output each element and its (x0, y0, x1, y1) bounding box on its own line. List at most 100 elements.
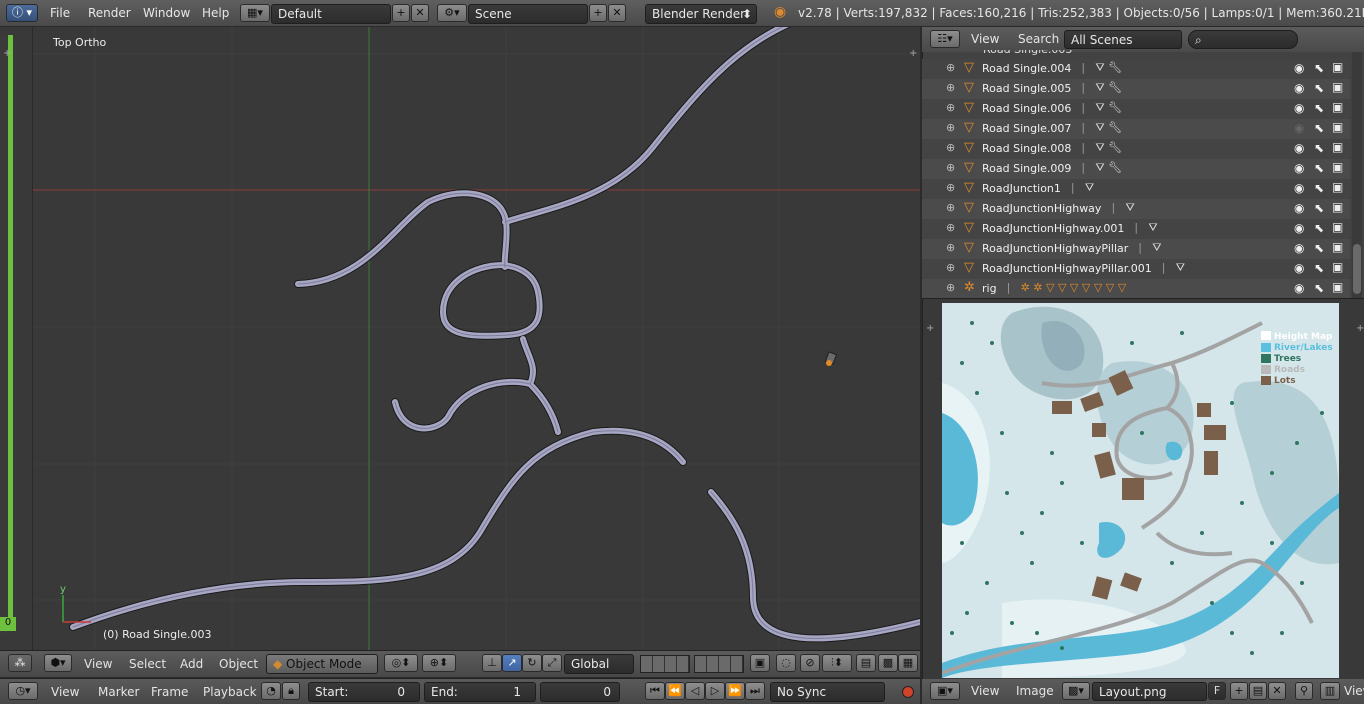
mesh-data-icon[interactable]: ⛛ (1148, 221, 1157, 235)
translate-manipulator-icon[interactable]: ↗ (502, 654, 522, 672)
expand-icon[interactable]: ⊕ (946, 161, 955, 174)
scene-icon[interactable]: ⚙▾ (437, 4, 467, 22)
jump-start-icon[interactable]: ⏮ (645, 682, 665, 700)
visibility-eye-icon[interactable]: ◉ (1294, 181, 1304, 195)
renderability-camera-icon[interactable]: ▣ (1332, 120, 1343, 134)
pivot-point-icon[interactable]: ⊕⬍ (422, 654, 456, 672)
vp-menu-view[interactable]: View (84, 657, 112, 671)
editor-type-timeline-icon[interactable]: ⁂ (8, 654, 32, 672)
mesh-data-icon[interactable]: ⛛ (1085, 181, 1094, 195)
selectability-cursor-icon[interactable]: ⬉ (1314, 61, 1324, 75)
remove-layout-icon[interactable]: ✕ (411, 4, 429, 22)
renderability-camera-icon[interactable]: ▣ (1332, 240, 1343, 254)
play-reverse-icon[interactable]: ◁ (685, 682, 705, 700)
outliner-scrollbar[interactable] (1352, 52, 1362, 298)
snap-element-icon[interactable]: ⫶⬍ (822, 654, 852, 672)
renderability-camera-icon[interactable]: ▣ (1332, 280, 1343, 294)
renderability-camera-icon[interactable]: ▣ (1332, 260, 1343, 274)
tl-menu-marker[interactable]: Marker (98, 685, 139, 699)
display-mode-dropdown[interactable]: All Scenes (1064, 30, 1182, 49)
vp-menu-object[interactable]: Object (219, 657, 258, 671)
timeline-editor-type-icon[interactable]: ◷▾ (8, 682, 38, 700)
selectability-cursor-icon[interactable]: ⬉ (1314, 161, 1324, 175)
screen-layout-field[interactable]: Default (271, 4, 391, 24)
tl-menu-view[interactable]: View (51, 685, 79, 699)
layers-grid-a[interactable] (640, 655, 690, 673)
img-menu-view[interactable]: View (971, 684, 999, 698)
jump-keyframe-forward-icon[interactable]: ⏩ (725, 682, 745, 700)
mesh-data-modifier-icon[interactable]: ⛛ 🔧︎ (1095, 81, 1122, 95)
visibility-eye-icon[interactable]: ◉ (1294, 161, 1304, 175)
outliner-row[interactable]: ⊕ ▽ Road Single.004 | ⛛ 🔧︎ ◉ ⬉ ▣ (922, 59, 1350, 79)
expand-icon[interactable]: ⊕ (946, 181, 955, 194)
visibility-eye-icon[interactable]: ◉ (1294, 141, 1304, 155)
expand-icon[interactable]: ⊕ (946, 221, 955, 234)
renderability-camera-icon[interactable]: ▣ (1332, 140, 1343, 154)
expand-icon[interactable]: ⊕ (946, 121, 955, 134)
renderability-camera-icon[interactable]: ▣ (1332, 80, 1343, 94)
jump-keyframe-back-icon[interactable]: ⏪ (665, 682, 685, 700)
unlink-image-icon[interactable]: ✕ (1268, 682, 1286, 700)
layers-grid-b[interactable] (694, 655, 744, 673)
tl-menu-frame[interactable]: Frame (151, 685, 188, 699)
selectability-cursor-icon[interactable]: ⬉ (1314, 181, 1324, 195)
lock-range-icon[interactable]: 🔒︎ (282, 682, 300, 700)
visibility-eye-icon[interactable]: ◉ (1294, 61, 1304, 75)
outliner-row[interactable]: ⊕ ▽ Road Single.009 | ⛛ 🔧︎ ◉ ⬉ ▣ (922, 159, 1350, 179)
visibility-eye-icon[interactable]: ◉ (1294, 261, 1304, 275)
current-frame-field[interactable]: 0 (540, 682, 620, 702)
viewport-canvas[interactable] (33, 27, 920, 650)
expand-icon[interactable]: ⊕ (946, 81, 955, 94)
outliner-row[interactable]: ⊕ ▽ Road Single.008 | ⛛ 🔧︎ ◉ ⬉ ▣ (922, 139, 1350, 159)
outliner-item-name[interactable]: Road Single.009 (982, 162, 1071, 175)
editor-type-3dview-icon[interactable]: ⬢▾ (44, 654, 72, 672)
img-menu-image[interactable]: Image (1016, 684, 1054, 698)
scene-field[interactable]: Scene (468, 4, 588, 24)
renderability-camera-icon[interactable]: ▣ (1332, 180, 1343, 194)
renderability-camera-icon[interactable]: ▣ (1332, 160, 1343, 174)
end-frame-field[interactable]: End: 1 (424, 682, 536, 702)
image-editor-type-icon[interactable]: ▣▾ (930, 682, 960, 700)
image-editor[interactable]: + + Height Map River/Lakes Trees Roads L… (922, 298, 1364, 680)
mesh-data-modifier-icon[interactable]: ⛛ 🔧︎ (1095, 101, 1122, 115)
mesh-data-icon[interactable]: ⛛ (1152, 241, 1161, 255)
expand-icon[interactable]: ⊕ (946, 281, 955, 294)
transform-orientation-dropdown[interactable]: Global (564, 654, 634, 674)
menu-help[interactable]: Help (202, 6, 229, 20)
manipulator-toggle-icon[interactable]: ⊥ (482, 654, 502, 672)
vp-menu-select[interactable]: Select (129, 657, 166, 671)
properties-plus-icon[interactable]: + (909, 48, 917, 59)
outliner-item-name[interactable]: Road Single.008 (982, 142, 1071, 155)
selectability-cursor-icon[interactable]: ⬉ (1314, 101, 1324, 115)
selectability-cursor-icon[interactable]: ⬉ (1314, 221, 1324, 235)
outliner-row[interactable]: ⊕ ▽ Road Single.006 | ⛛ 🔧︎ ◉ ⬉ ▣ (922, 99, 1350, 119)
lamp-object[interactable] (824, 351, 838, 366)
outliner-item-name[interactable]: RoadJunctionHighway.001 (982, 222, 1124, 235)
pin-image-icon[interactable]: ⚲ (1295, 682, 1313, 700)
3d-viewport[interactable]: Top Ortho y (0) Road Single.003 (33, 27, 920, 650)
outliner-row[interactable]: ⊕ ▽ RoadJunctionHighway.001 | ⛛ ◉ ⬉ ▣ (922, 219, 1350, 239)
renderability-camera-icon[interactable]: ▣ (1332, 200, 1343, 214)
open-image-icon[interactable]: ▤ (1249, 682, 1267, 700)
screen-layout-icon[interactable]: ▦▾ (240, 4, 270, 22)
visibility-eye-icon[interactable]: ◉ (1294, 221, 1304, 235)
outliner-scroll-thumb[interactable] (1353, 244, 1361, 294)
img-toolshelf-plus-icon[interactable]: + (926, 323, 934, 334)
image-browse-icon[interactable]: ▩▾ (1062, 682, 1090, 700)
renderability-camera-icon[interactable]: ▣ (1332, 60, 1343, 74)
outliner-item-name[interactable]: Road Single.007 (982, 122, 1071, 135)
fake-user-button[interactable]: F (1208, 682, 1226, 700)
remove-scene-icon[interactable]: ✕ (608, 4, 626, 22)
new-image-icon[interactable]: + (1230, 682, 1248, 700)
info-editor-type-button[interactable]: ⓘ ▾ (6, 4, 38, 22)
selectability-cursor-icon[interactable]: ⬉ (1314, 141, 1324, 155)
snap-toggle-icon[interactable]: ⊘ (800, 654, 820, 672)
render-engine-dropdown[interactable]: Blender Render ⬍ (645, 4, 757, 24)
record-icon[interactable] (902, 686, 914, 698)
outliner-row[interactable]: ⊕ ✲ rig | ✲ ✲ ▽ ▽ ▽ ▽ ▽ ▽ ▽ ◉ ⬉ ▣ (922, 279, 1350, 299)
menu-window[interactable]: Window (143, 6, 190, 20)
mesh-data-modifier-icon[interactable]: ⛛ 🔧︎ (1095, 161, 1122, 175)
proportional-edit-icon[interactable]: ◌ (776, 654, 796, 672)
visibility-eye-icon[interactable]: ◉ (1294, 101, 1304, 115)
mode-dropdown[interactable]: ◆ Object Mode (266, 654, 378, 674)
